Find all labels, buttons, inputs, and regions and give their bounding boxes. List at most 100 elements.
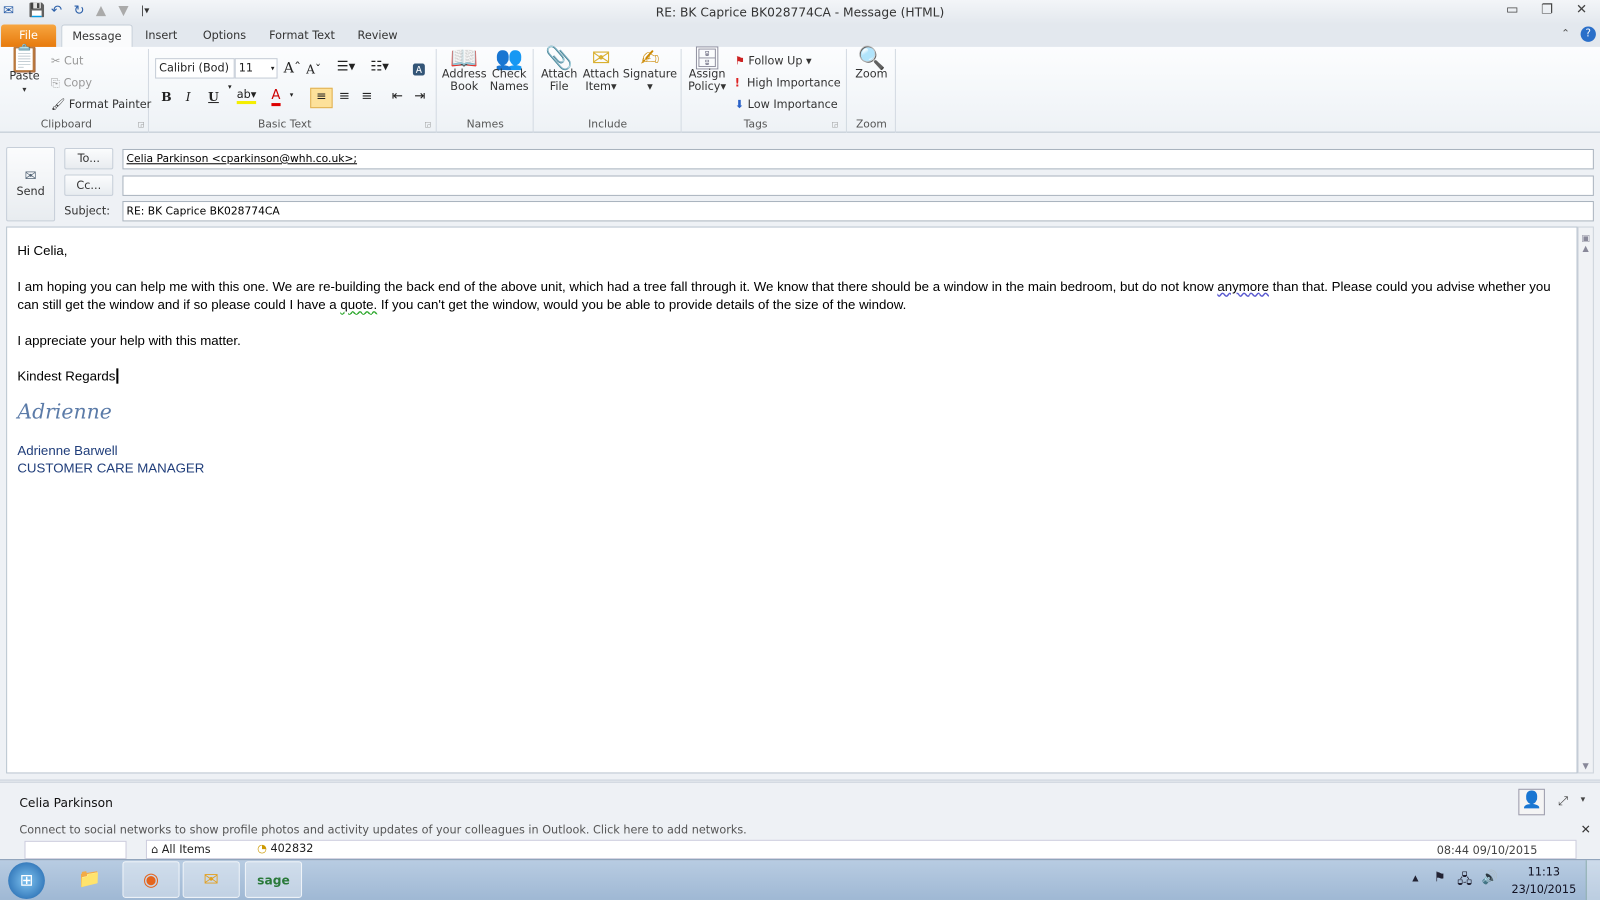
message-body-editor[interactable]: Hi Celia, I am hoping you can help me wi… [6, 226, 1578, 774]
previous-item-icon[interactable]: ▲ [96, 3, 106, 18]
include-label: Include [588, 118, 628, 131]
tab-review[interactable]: Review [351, 24, 404, 46]
check-names-icon: 👥 [495, 45, 524, 72]
expand-icon[interactable]: ⤢ [1558, 794, 1568, 809]
tab-options[interactable]: Options [196, 24, 253, 46]
copy-button[interactable]: ⎘ Copy [51, 77, 92, 91]
clock-date[interactable]: 23/10/2015 [1510, 883, 1577, 896]
cc-field[interactable] [122, 175, 1594, 196]
dialog-launcher-icon[interactable]: ◲ [832, 120, 839, 128]
close-notice-icon[interactable]: ✕ [1581, 822, 1591, 836]
paste-button[interactable]: 📋 Paste ▾ [6, 43, 43, 96]
minimize-ribbon-icon[interactable]: ⌃ [1561, 29, 1570, 40]
network-icon[interactable]: 🖧 [1457, 870, 1472, 892]
text-cursor: ​ [116, 368, 119, 384]
signature-name: Adrienne Barwell [17, 442, 118, 459]
undo-icon[interactable]: ↶ [51, 3, 62, 18]
italic-button[interactable]: I [186, 90, 191, 104]
to-field[interactable]: Celia Parkinson <cparkinson@whh.co.uk>; [122, 148, 1594, 170]
scroll-up-icon[interactable]: ▲ [1579, 244, 1593, 253]
to-button[interactable]: To... [64, 147, 114, 170]
tab-message[interactable]: Message [61, 24, 133, 47]
font-size-combo[interactable]: 11 ▾ [234, 58, 278, 79]
collapse-chevron-icon[interactable]: ▾ [1581, 795, 1586, 805]
tags-label: Tags [743, 118, 768, 131]
restore-button[interactable]: ❐ [1536, 2, 1558, 20]
follow-up-button[interactable]: ⚑ Follow Up ▾ [735, 54, 812, 67]
show-desktop-button[interactable] [1585, 860, 1600, 900]
all-items-tab[interactable]: ⌂ All Items [151, 843, 211, 856]
exclamation-icon: ! [734, 76, 740, 90]
activity-date: 08:44 09/10/2015 [1436, 843, 1538, 858]
high-importance-button[interactable]: ! High Importance [735, 77, 841, 90]
all-items-icon: ⌂ [151, 842, 159, 857]
next-item-icon[interactable]: ▼ [118, 3, 128, 18]
start-button[interactable]: ⊞ [8, 862, 45, 899]
signature-pen-icon: ✍ [640, 45, 660, 72]
check-names-button[interactable]: 👥 Check Names [486, 45, 533, 93]
explorer-taskbar-icon[interactable]: 📁 [61, 861, 118, 898]
dialog-launcher-icon[interactable]: ◲ [138, 120, 145, 128]
attach-file-button[interactable]: 📎 Attach File [538, 47, 581, 93]
spelling-flag: anymore [1217, 278, 1269, 294]
cut-button[interactable]: ✂ Cut [51, 54, 83, 67]
outlook-icon[interactable]: ✉ [3, 3, 14, 18]
social-networks-notice[interactable]: Connect to social networks to show profi… [19, 823, 746, 836]
align-left-icon[interactable]: ≡ [310, 87, 333, 109]
minimize-button[interactable]: ▭ [1501, 2, 1523, 20]
firefox-taskbar-icon[interactable]: ◉ [122, 861, 180, 898]
attach-item-button[interactable]: ✉ Attach Item▾ [580, 47, 623, 93]
show-hidden-icons[interactable]: ▲ [1412, 873, 1418, 882]
cc-button[interactable]: Cc... [64, 174, 114, 196]
body-scrollbar[interactable]: ▣ ▲ ▼ [1577, 226, 1594, 774]
align-center-icon[interactable]: ≡ [339, 89, 350, 104]
save-icon[interactable]: 💾 [29, 3, 46, 18]
contact-name[interactable]: Celia Parkinson [19, 796, 113, 810]
customize-qat-icon[interactable]: |▾ [141, 5, 150, 16]
font-name-combo[interactable]: Calibri (Bod) ▾ [155, 58, 235, 91]
zoom-button[interactable]: 🔍 Zoom [849, 45, 894, 81]
signature-script: Adrienne [17, 398, 112, 424]
window-title: RE: BK Caprice BK028774CA - Message (HTM… [655, 5, 945, 20]
grow-font-icon[interactable]: Aˆ [284, 60, 301, 76]
bullets-icon[interactable]: ☰▾ [337, 59, 356, 74]
bold-button[interactable]: B [161, 90, 171, 104]
tab-insert[interactable]: Insert [139, 24, 184, 46]
increase-indent-icon[interactable]: ⇥ [414, 89, 425, 104]
underline-button[interactable]: U [208, 90, 219, 104]
clock-time[interactable]: 11:13 [1510, 865, 1577, 878]
shrink-font-icon[interactable]: Aˇ [306, 62, 321, 76]
clipboard-label: Clipboard [40, 118, 92, 131]
scissors-icon: ✂ [51, 54, 61, 68]
assign-policy-button[interactable]: 🗄 Assign Policy▾ [686, 47, 729, 93]
meeting-icon: ◔ [257, 841, 267, 856]
subject-field[interactable]: RE: BK Caprice BK028774CA [122, 201, 1594, 222]
font-color-dropdown-icon[interactable]: ▾ [290, 91, 294, 99]
volume-icon[interactable]: 🔊 [1482, 870, 1499, 885]
activity-item[interactable]: ◔ 402832 [257, 842, 313, 855]
ruler-toggle-icon[interactable]: ▣ [1579, 234, 1593, 244]
windows-taskbar [0, 859, 1600, 900]
highlight-icon[interactable]: ab▾ [236, 88, 257, 105]
font-color-button[interactable]: A [271, 88, 281, 107]
dialog-launcher-icon[interactable]: ◲ [424, 120, 431, 128]
tab-format-text[interactable]: Format Text [265, 24, 338, 46]
decrease-indent-icon[interactable]: ⇤ [392, 89, 403, 104]
paste-icon: 📋 [7, 43, 42, 75]
magnifier-icon: 🔍 [857, 45, 886, 72]
send-button[interactable]: ✉ Send [6, 146, 56, 222]
low-importance-button[interactable]: ⬇ Low Importance [735, 98, 838, 111]
address-book-button[interactable]: 📖 Address Book [441, 47, 488, 93]
action-center-flag-icon[interactable]: ⚑ [1434, 870, 1446, 885]
outlook-taskbar-icon[interactable]: ✉ [182, 861, 240, 898]
signature-button[interactable]: ✍ Signature ▾ [622, 45, 677, 93]
close-button[interactable]: ✕ [1570, 2, 1592, 20]
scroll-down-icon[interactable]: ▼ [1579, 761, 1593, 770]
align-right-icon[interactable]: ≡ [361, 89, 372, 104]
redo-icon[interactable]: ↻ [73, 3, 84, 18]
sage-taskbar-icon[interactable]: sage [244, 861, 303, 898]
styles-icon[interactable]: 🅰 [412, 59, 425, 78]
format-painter-button[interactable]: 🖌 Format Painter [51, 98, 151, 111]
numbering-icon[interactable]: ☷▾ [370, 59, 389, 74]
help-icon[interactable]: ? [1580, 26, 1596, 42]
